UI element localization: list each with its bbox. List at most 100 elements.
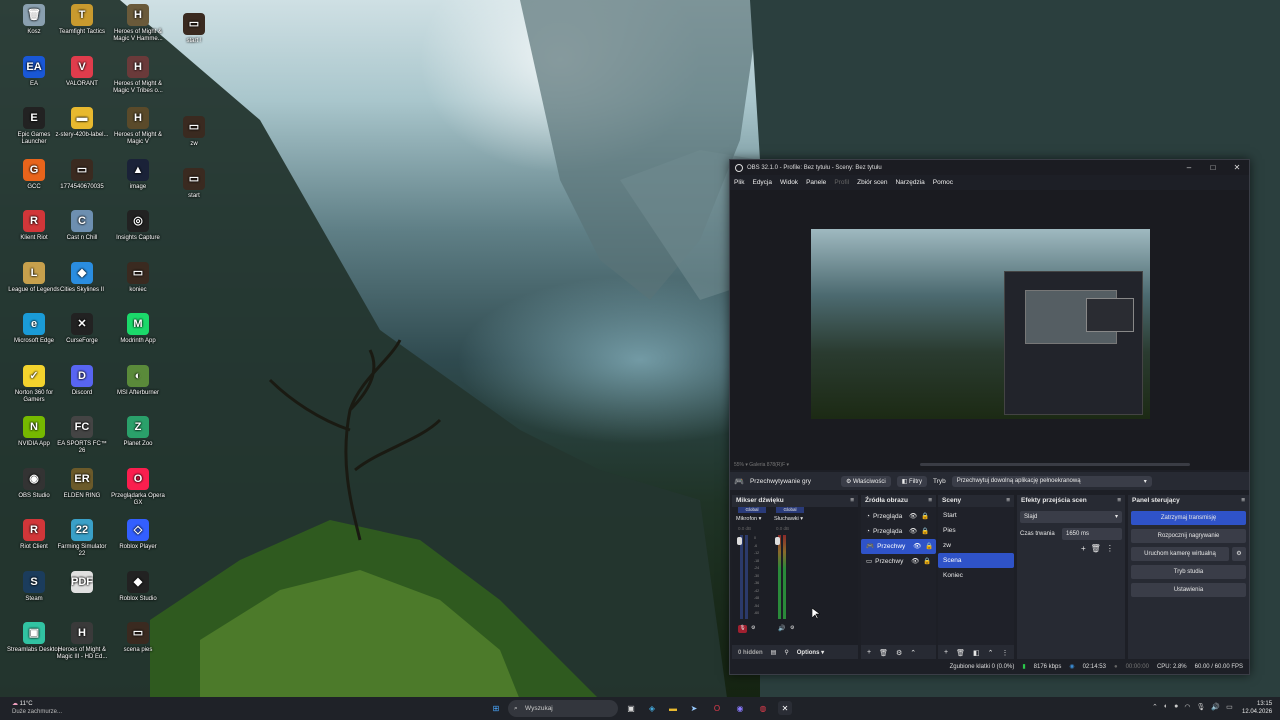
mode-select[interactable]: Przechwytuj dowolną aplikację pełnoekran…	[951, 475, 1152, 487]
scene-item-koniec[interactable]: Koniec	[938, 568, 1014, 583]
mixer-link-icon[interactable]: ⚲	[784, 649, 788, 656]
desktop-icon[interactable]: D Discord	[54, 365, 110, 397]
gear-icon[interactable]: ⚙	[1232, 547, 1246, 561]
chevron-up-icon[interactable]: ⌃	[1152, 703, 1158, 711]
opera-taskbar-icon[interactable]: O	[710, 701, 724, 715]
system-tray[interactable]: ⌃ ◐ ● ◠ 🎙 🔊 ▭	[1152, 703, 1233, 711]
start-virtual-camera-button[interactable]: Uruchom kamerę wirtualną	[1131, 547, 1229, 561]
remove-transition-icon[interactable]: 🗑	[1091, 544, 1101, 553]
riot-taskbar-icon[interactable]: ◍	[756, 701, 770, 715]
menu-profil[interactable]: Profil	[834, 179, 849, 186]
curseforge-taskbar-icon[interactable]: ✕	[778, 701, 792, 715]
ch2-name[interactable]: Słuchawki ▾	[774, 516, 803, 522]
menu-panele[interactable]: Panele	[806, 179, 826, 186]
desktop-icon[interactable]: PDF	[54, 571, 110, 596]
eye-icon[interactable]: 👁	[911, 554, 919, 569]
source-item-2[interactable]: ◔ Przegląda 👁 🔒	[861, 524, 936, 539]
tray-record-icon[interactable]: ●	[1174, 703, 1178, 711]
desktop-icon[interactable]: ◆ Cities Skylines II	[54, 262, 110, 294]
lock-icon[interactable]: 🔒	[925, 539, 933, 554]
desktop-icon[interactable]: H Heroes of Might & Magic V	[110, 107, 166, 146]
stop-streaming-button[interactable]: Zatrzymaj transmisję	[1131, 511, 1246, 525]
mixer-layout-icon[interactable]: ▤	[771, 649, 777, 656]
preview-scroll-thumb[interactable]	[920, 463, 1190, 466]
ch1-volume-slider[interactable]	[737, 537, 742, 545]
remove-scene-icon[interactable]: 🗑	[956, 649, 965, 657]
desktop-icon[interactable]: ✕ CurseForge	[54, 313, 110, 345]
add-source-icon[interactable]: +	[867, 649, 871, 656]
source-item-3[interactable]: 🎮 Przechwy 👁 🔒	[861, 539, 936, 554]
more-icon[interactable]: ⋮	[1001, 649, 1008, 657]
scene-item-start[interactable]: Start	[938, 508, 1014, 523]
settings-button[interactable]: Ustawienia	[1131, 583, 1246, 597]
ch1-settings-icon[interactable]: ⚙	[751, 625, 755, 631]
desktop-icon[interactable]: ▭ scena pies	[110, 622, 166, 654]
duration-input[interactable]: 1650 ms	[1062, 528, 1122, 540]
wifi-icon[interactable]: ◠	[1184, 703, 1190, 711]
lock-icon[interactable]: 🔒	[921, 509, 929, 524]
add-scene-icon[interactable]: +	[944, 649, 948, 656]
dock-menu-icon[interactable]: ≡	[1241, 495, 1245, 506]
dock-menu-icon[interactable]: ≡	[928, 495, 932, 506]
menu-edycja[interactable]: Edycja	[752, 179, 772, 186]
desktop-icon[interactable]: H Heroes of Might & Magic V Hamme...	[110, 4, 166, 43]
tray-app-icon[interactable]: ◐	[1164, 703, 1168, 711]
source-item-1[interactable]: ◔ Przegląda 👁 🔒	[861, 509, 936, 524]
more-icon[interactable]: ⋮	[1106, 544, 1114, 553]
close-icon[interactable]: ✕	[1225, 163, 1249, 172]
preview-scrollbar[interactable]: 55% ▾ Galeria 878(R)F ▾	[730, 460, 1249, 470]
steam-taskbar-icon[interactable]: ➤	[687, 701, 701, 715]
filters-button[interactable]: ◧ Filtry	[896, 475, 928, 487]
desktop-icon[interactable]: ▬ z-stery-420b-label...	[54, 107, 110, 139]
properties-button[interactable]: ⚙ Właściwości	[840, 475, 891, 487]
scene-item-scena[interactable]: Scena	[938, 553, 1014, 568]
desktop-icon[interactable]: ◇ Roblox Player	[110, 519, 166, 551]
desktop-icon[interactable]: ▭ zw	[166, 116, 222, 148]
discord-taskbar-icon[interactable]: ◉	[733, 701, 747, 715]
add-transition-icon[interactable]: +	[1081, 544, 1086, 553]
desktop-icon[interactable]: ◐ MSI Afterburner	[110, 365, 166, 397]
ch1-mute-icon[interactable]: 🎙	[738, 625, 747, 633]
desktop-icon[interactable]: ▭ koniec	[110, 262, 166, 294]
desktop-icon[interactable]: Z Planet Zoo	[110, 416, 166, 448]
scene-item-pies[interactable]: Pies	[938, 523, 1014, 538]
ch2-speaker-icon[interactable]: 🔊	[778, 625, 785, 632]
desktop-icon[interactable]: ▲ image	[110, 159, 166, 191]
eye-icon[interactable]: 👁	[909, 524, 917, 539]
desktop-icon[interactable]: ◎ Insights Capture	[110, 210, 166, 242]
menu-plik[interactable]: Plik	[734, 179, 744, 186]
desktop-icon[interactable]: ER ELDEN RING	[54, 468, 110, 500]
weather-widget[interactable]: ☁ 11°C Duże zachmurze...	[12, 700, 62, 716]
desktop-icon[interactable]: FC EA SPORTS FC™ 26	[54, 416, 110, 455]
desktop-icon[interactable]: M Modrinth App	[110, 313, 166, 345]
start-windows-icon[interactable]: ⊞	[489, 701, 503, 715]
ch2-settings-icon[interactable]: ⚙	[790, 625, 794, 631]
lock-icon[interactable]: 🔒	[921, 524, 929, 539]
menu-zbior-scen[interactable]: Zbiór scen	[857, 179, 887, 186]
transition-select[interactable]: Slajd ▾	[1020, 511, 1122, 523]
scene-item-zw[interactable]: zw	[938, 538, 1014, 553]
desktop-icon[interactable]: V VALORANT	[54, 56, 110, 88]
obs-window[interactable]: OBS 32.1.0 - Profile: Bez tytułu - Sceny…	[729, 159, 1250, 675]
desktop-icon[interactable]: O Przeglądarka Opera GX	[110, 468, 166, 507]
taskbar-search[interactable]: ⌕ Wyszukaj	[508, 700, 618, 717]
desktop-icon[interactable]: C Cast n Chill	[54, 210, 110, 242]
mic-icon[interactable]: 🎙	[1196, 703, 1205, 711]
obs-titlebar[interactable]: OBS 32.1.0 - Profile: Bez tytułu - Sceny…	[730, 160, 1249, 175]
desktop-icon[interactable]: H Heroes of Might & Magic V Tribes o...	[110, 56, 166, 95]
source-item-4[interactable]: ▭ Przechwy 👁 🔒	[861, 554, 936, 569]
move-up-icon[interactable]: ⌃	[988, 649, 994, 657]
minimize-icon[interactable]: –	[1177, 163, 1201, 172]
menu-narzedzia[interactable]: Narzędzia	[895, 179, 924, 186]
volume-icon[interactable]: 🔊	[1211, 703, 1220, 711]
move-up-icon[interactable]: ⌃	[910, 649, 916, 657]
copilot-icon[interactable]: ◈	[645, 701, 659, 715]
desktop-icon[interactable]: ▭ start	[166, 168, 222, 200]
source-properties-icon[interactable]: ⚙	[896, 649, 902, 657]
menu-widok[interactable]: Widok	[780, 179, 798, 186]
task-view-icon[interactable]: ▣	[624, 701, 638, 715]
menu-pomoc[interactable]: Pomoc	[933, 179, 953, 186]
lock-icon[interactable]: 🔒	[923, 554, 931, 569]
obs-preview[interactable]	[730, 190, 1249, 460]
eye-icon[interactable]: 👁	[913, 539, 921, 554]
